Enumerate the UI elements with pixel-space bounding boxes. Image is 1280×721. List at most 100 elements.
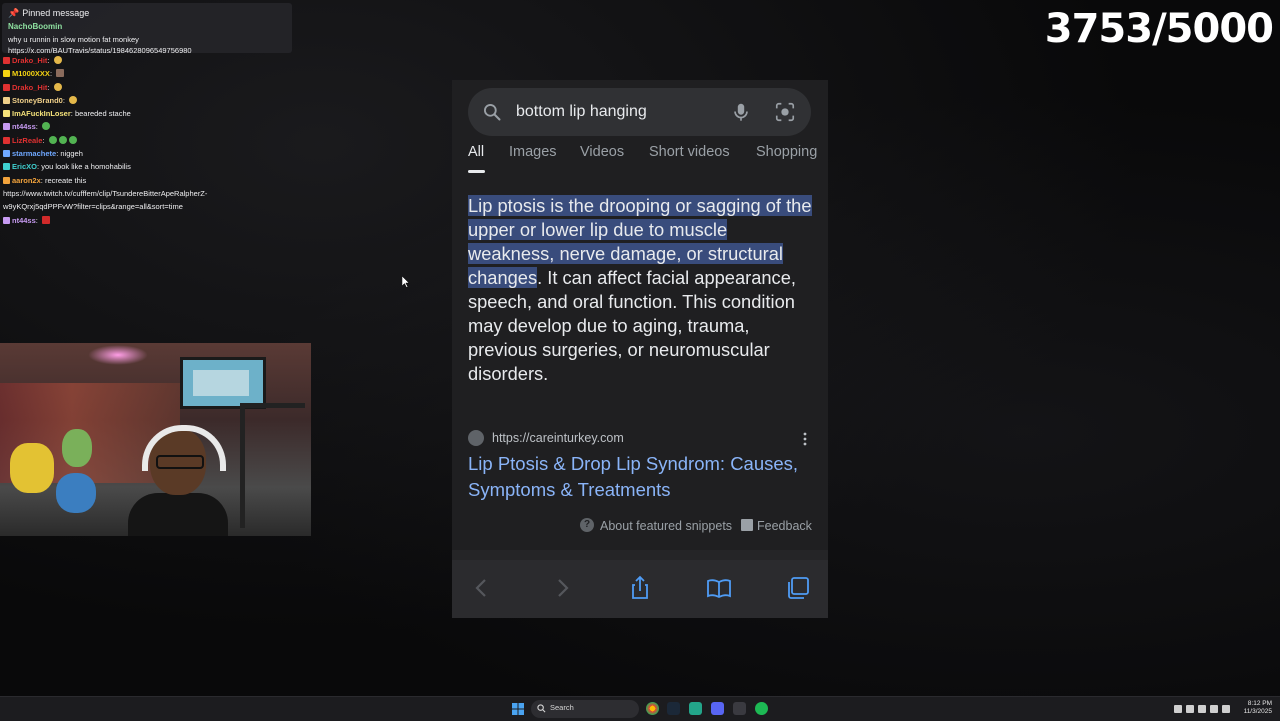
search-input[interactable]: bottom lip hanging [516, 103, 647, 121]
tab-shopping[interactable]: Shopping [756, 144, 817, 160]
clock[interactable]: 8:12 PM 11/3/2025 [1244, 700, 1272, 716]
chat-text: niggeh [60, 149, 83, 159]
clock-date: 11/3/2025 [1243, 708, 1272, 715]
site-favicon-icon [468, 430, 484, 446]
chat-separator: : [35, 215, 40, 225]
chat-separator: : [49, 69, 55, 79]
active-tab-indicator [468, 170, 485, 173]
spotify-icon[interactable] [755, 702, 768, 715]
tab-short-videos[interactable]: Short videos [649, 144, 730, 160]
forward-arrow-icon[interactable] [548, 574, 576, 602]
chat-text: beareded stache [74, 109, 131, 119]
tab-videos[interactable]: Videos [580, 144, 624, 160]
chat-text: you look like a homohabilis [41, 162, 131, 172]
chat-emote-icon [53, 56, 62, 64]
cam-plush-blue [56, 473, 96, 513]
chat-badge-icon [3, 176, 10, 184]
chat-badge-icon [3, 123, 10, 131]
app-icon-green[interactable] [689, 702, 702, 715]
chat-username[interactable]: nt44ss [12, 122, 36, 131]
bookmarks-icon[interactable] [705, 574, 733, 602]
back-arrow-icon[interactable] [468, 574, 496, 602]
chat-badge-icon [3, 83, 10, 91]
cam-plush-yellow [10, 443, 54, 493]
microphone-icon[interactable] [730, 101, 752, 123]
chat-badge-icon [3, 136, 10, 144]
chat-messages: Drako_Hit: M1000XXX: Drako_Hit: StoneyBr… [3, 54, 293, 227]
taskbar-search[interactable]: Search [531, 700, 639, 718]
chat-username[interactable]: Drako_Hit [12, 56, 47, 65]
chat-username[interactable]: aaron2x [12, 176, 41, 185]
chat-message: w9yKQrxj5qdPPFvW?filter=clips&range=all&… [3, 200, 293, 213]
chat-username[interactable]: LizReale [12, 136, 42, 145]
chat-message: starmachete: niggeh [3, 147, 293, 160]
chat-username[interactable]: EricXO [12, 162, 37, 171]
chat-badge-icon [3, 163, 10, 171]
chat-emote-icon [58, 135, 67, 144]
share-icon[interactable] [626, 574, 654, 602]
chat-message: LizReale: [3, 134, 293, 147]
chrome-icon[interactable] [646, 702, 659, 715]
pinned-username: NachoBoomin [8, 22, 63, 31]
browser-toolbar [452, 560, 828, 618]
chat-badge-icon [3, 110, 10, 118]
chat-username[interactable]: nt44ss [12, 216, 36, 225]
chat-username[interactable]: ImAFuckInLoser [12, 109, 71, 118]
cam-tv [180, 357, 266, 409]
cam-treadmill [240, 403, 305, 528]
chat-text: recreate this [44, 175, 87, 185]
tray-display-icon[interactable] [1210, 705, 1218, 713]
search-icon [537, 704, 546, 713]
chat-emote-icon [56, 69, 65, 78]
source-row: https://careinturkey.com [468, 430, 813, 446]
chat-separator: : [47, 82, 52, 92]
cam-plush-green [62, 429, 92, 467]
tray-chevron-icon[interactable] [1174, 705, 1182, 713]
chat-username[interactable]: starmachete [12, 149, 56, 158]
more-options-icon[interactable] [802, 432, 808, 446]
result-title-link[interactable]: Lip Ptosis & Drop Lip Syndrom: Causes, S… [468, 451, 813, 503]
feedback-link[interactable]: Feedback [757, 519, 812, 533]
steam-icon[interactable] [667, 702, 680, 715]
chat-separator: : [62, 95, 68, 105]
chat-badge-icon [3, 216, 10, 224]
chat-message: nt44ss: [3, 120, 293, 133]
tab-all[interactable]: All [468, 144, 484, 160]
chat-badge-icon [3, 57, 10, 64]
search-icon[interactable] [482, 102, 502, 122]
pinned-header: 📌 Pinned message [8, 7, 89, 20]
feedback-icon [741, 519, 753, 531]
taskbar-search-label: Search [550, 703, 574, 712]
chat-username[interactable]: StoneyBrand0 [12, 96, 63, 105]
search-bar[interactable]: bottom lip hanging [468, 88, 811, 136]
system-tray: 8:12 PM 11/3/2025 [1172, 699, 1272, 719]
chat-message: nt44ss: [3, 214, 293, 227]
tray-network-icon[interactable] [1222, 705, 1230, 713]
camera-lens-icon[interactable] [774, 101, 796, 123]
chat-username[interactable]: M1000XXX [12, 69, 50, 78]
cam-neon-light [88, 345, 148, 365]
tray-volume-icon[interactable] [1198, 705, 1206, 713]
chat-emote-icon [41, 122, 50, 131]
chat-text: https://www.twitch.tv/cufffem/clip/Tsund… [3, 188, 208, 198]
source-url[interactable]: https://careinturkey.com [492, 431, 624, 445]
chat-message: Drako_Hit: [3, 54, 293, 67]
chat-separator: : [35, 122, 40, 132]
chat-message: Drako_Hit: [3, 81, 293, 94]
taskbar: Search 8:12 PM 11/3/2025 [0, 696, 1280, 721]
chat-message: https://www.twitch.tv/cufffem/clip/Tsund… [3, 187, 293, 200]
tab-images[interactable]: Images [509, 144, 557, 160]
tabs-icon[interactable] [784, 574, 812, 602]
discord-icon[interactable] [711, 702, 724, 715]
chat-badge-icon [3, 96, 10, 104]
chat-message: ImAFuckInLoser: beareded stache [3, 107, 293, 120]
pin-icon: 📌 [8, 8, 20, 18]
chat-message: M1000XXX: [3, 67, 293, 80]
windows-start-icon[interactable] [512, 703, 524, 715]
app-icon-gray[interactable] [733, 702, 746, 715]
tray-mic-icon[interactable] [1186, 705, 1194, 713]
chat-username[interactable]: Drako_Hit [12, 83, 47, 92]
pinned-message: 📌 Pinned message NachoBoomin why u runnin… [2, 3, 292, 55]
goal-counter: 3753/5000 [1044, 6, 1274, 52]
about-featured-snippets-link[interactable]: About featured snippets [600, 519, 732, 533]
